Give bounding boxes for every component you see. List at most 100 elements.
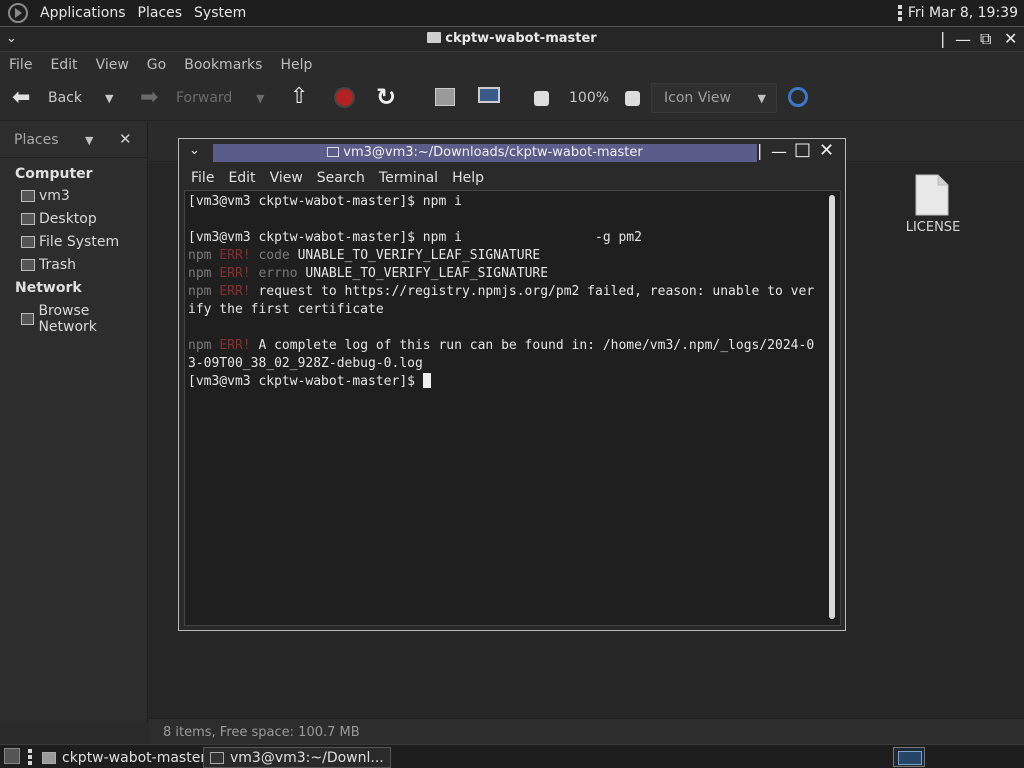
terminal-line: 3-09T00_38_02_928Z-debug-0.log [188,356,423,371]
npm-prefix: npm [188,266,220,281]
taskbar: ckptw-wabot-master vm3@vm3:~/Downl... [0,744,1024,768]
forward-button: Forward [176,90,233,106]
reload-icon[interactable]: ↻ [376,83,396,111]
back-history-chevron-icon[interactable]: ▼ [105,92,113,105]
terminal-menu-edit[interactable]: Edit [221,170,262,186]
sidebar-item-desktop[interactable]: Desktop [21,211,97,227]
zoom-out-icon[interactable] [534,91,549,106]
sidebar-section-computer: Computer [15,166,93,182]
terminal-menu-terminal[interactable]: Terminal [372,170,445,186]
system-menu[interactable]: System [188,5,252,21]
taskbar-item-label: ckptw-wabot-master [62,749,207,766]
menu-go[interactable]: Go [138,57,175,73]
error-key: errno [250,266,298,281]
sidebar-item-vm3[interactable]: vm3 [21,188,70,204]
file-manager-titlebar[interactable]: ⌄ ckptw-wabot-master | — ⧉ ✕ [0,26,1024,52]
chevron-down-icon: ▼ [757,92,766,105]
terminal-menu-file[interactable]: File [184,170,221,186]
menu-edit[interactable]: Edit [41,57,86,73]
trash-icon [21,259,35,271]
menu-file[interactable]: File [0,57,41,73]
terminal-menu-view[interactable]: View [263,170,310,186]
sidebar-header: Places ▼ ✕ [0,122,148,158]
sidebar-title[interactable]: Places [14,132,59,148]
terminal-title: vm3@vm3:~/Downloads/ckptw-wabot-master [213,144,757,162]
menu-view[interactable]: View [87,57,138,73]
back-arrow-icon[interactable]: ⬅ [12,85,30,110]
sidebar-item-label: Browse Network [38,303,97,335]
home-folder-icon [21,190,35,202]
sidebar-close-icon[interactable]: ✕ [119,130,132,148]
taskbar-handle-icon[interactable] [28,749,32,765]
stop-icon[interactable] [334,87,355,108]
license-file-icon[interactable] [912,174,950,216]
places-menu[interactable]: Places [132,5,189,21]
taskbar-item-file-manager[interactable]: ckptw-wabot-master [36,747,212,768]
window-title-text: ckptw-wabot-master [445,31,597,46]
terminal-blank-line: ​ [188,319,828,337]
sidebar-item-trash[interactable]: Trash [21,257,76,273]
search-icon[interactable] [788,87,808,107]
home-icon[interactable] [435,88,455,106]
workspace-switcher[interactable] [893,747,925,767]
distro-logo-icon[interactable] [8,3,28,23]
sidebar: Places ▼ ✕ Computer vm3 Desktop File Sys… [0,122,148,722]
error-value: UNABLE_TO_VERIFY_LEAF_SIGNATURE [289,248,541,263]
sidebar-chevron-icon[interactable]: ▼ [85,134,93,147]
error-value: A complete log of this run can be found … [250,338,815,353]
terminal-menu-search[interactable]: Search [310,170,372,186]
error-value: request to https://registry.npmjs.org/pm… [250,284,815,299]
panel-handle-icon[interactable] [897,5,902,21]
text-cursor [422,373,431,388]
terminal-minimize-button[interactable]: — [771,142,787,161]
forward-arrow-icon: ➡ [140,85,159,110]
show-desktop-icon[interactable] [4,748,20,764]
terminal-prompt: [vm3@vm3 ckptw-wabot-master]$ [188,374,423,389]
terminal-close-button[interactable]: ✕ [819,140,834,161]
error-tag: ERR! [219,284,251,299]
folder-icon [42,751,56,764]
applications-menu[interactable]: Applications [34,5,132,21]
sidebar-item-browse-network[interactable]: Browse Network [21,303,147,335]
error-value: UNABLE_TO_VERIFY_LEAF_SIGNATURE [297,266,549,281]
terminal-line: npm ERR! A complete log of this run can … [188,337,828,355]
terminal-titlebar-separator: | [757,141,763,160]
terminal-icon [210,751,224,764]
back-button[interactable]: Back [48,90,82,106]
terminal-maximize-button[interactable]: □ [794,139,811,160]
clock[interactable]: Fri Mar 8, 19:39 [908,5,1018,21]
terminal-icon [327,147,340,157]
terminal-menubar: File Edit View Search Terminal Help [184,167,840,189]
up-arrow-icon[interactable]: ⇧ [290,84,308,109]
sidebar-item-file-system[interactable]: File System [21,234,119,250]
close-button[interactable]: ✕ [1004,29,1017,48]
terminal-titlebar[interactable]: ⌄ vm3@vm3:~/Downloads/ckptw-wabot-master… [179,139,845,165]
computer-icon[interactable] [478,87,500,103]
view-mode-value: Icon View [664,90,731,106]
file-label[interactable]: LICENSE [900,220,966,235]
terminal-output[interactable]: [vm3@vm3 ckptw-wabot-master]$ npm i ​ [vm3… [184,190,841,626]
terminal-line: ify the first certificate [188,302,384,317]
terminal-line: [vm3@vm3 ckptw-wabot-master]$ npm i [188,194,462,209]
terminal-title-text: vm3@vm3:~/Downloads/ckptw-wabot-master [343,145,643,160]
terminal-menu-help[interactable]: Help [445,170,491,186]
menu-bookmarks[interactable]: Bookmarks [175,57,271,73]
npm-prefix: npm [188,284,220,299]
terminal-window[interactable]: ⌄ vm3@vm3:~/Downloads/ckptw-wabot-master… [178,138,846,631]
view-mode-select[interactable]: Icon View ▼ [651,83,777,113]
error-tag: ERR! [219,266,251,281]
file-manager-toolbar: ⬅ Back ▼ ➡ Forward ▼ ⇧ ↻ 100% [0,77,1024,121]
menu-help[interactable]: Help [271,57,321,73]
error-tag: ERR! [219,248,251,263]
taskbar-item-terminal[interactable]: vm3@vm3:~/Downl... [203,747,391,768]
status-bar: 8 items, Free space: 100.7 MB [149,718,1024,744]
error-tag: ERR! [219,338,251,353]
zoom-in-icon[interactable] [625,91,640,106]
drive-icon [21,236,35,248]
terminal-window-menu-icon[interactable]: ⌄ [189,143,200,158]
terminal-scrollbar[interactable] [829,195,835,619]
maximize-button[interactable]: ⧉ [980,29,991,49]
minimize-button[interactable]: — [955,30,971,49]
folder-icon [427,32,442,43]
terminal-blank-line: ​ [188,211,828,229]
